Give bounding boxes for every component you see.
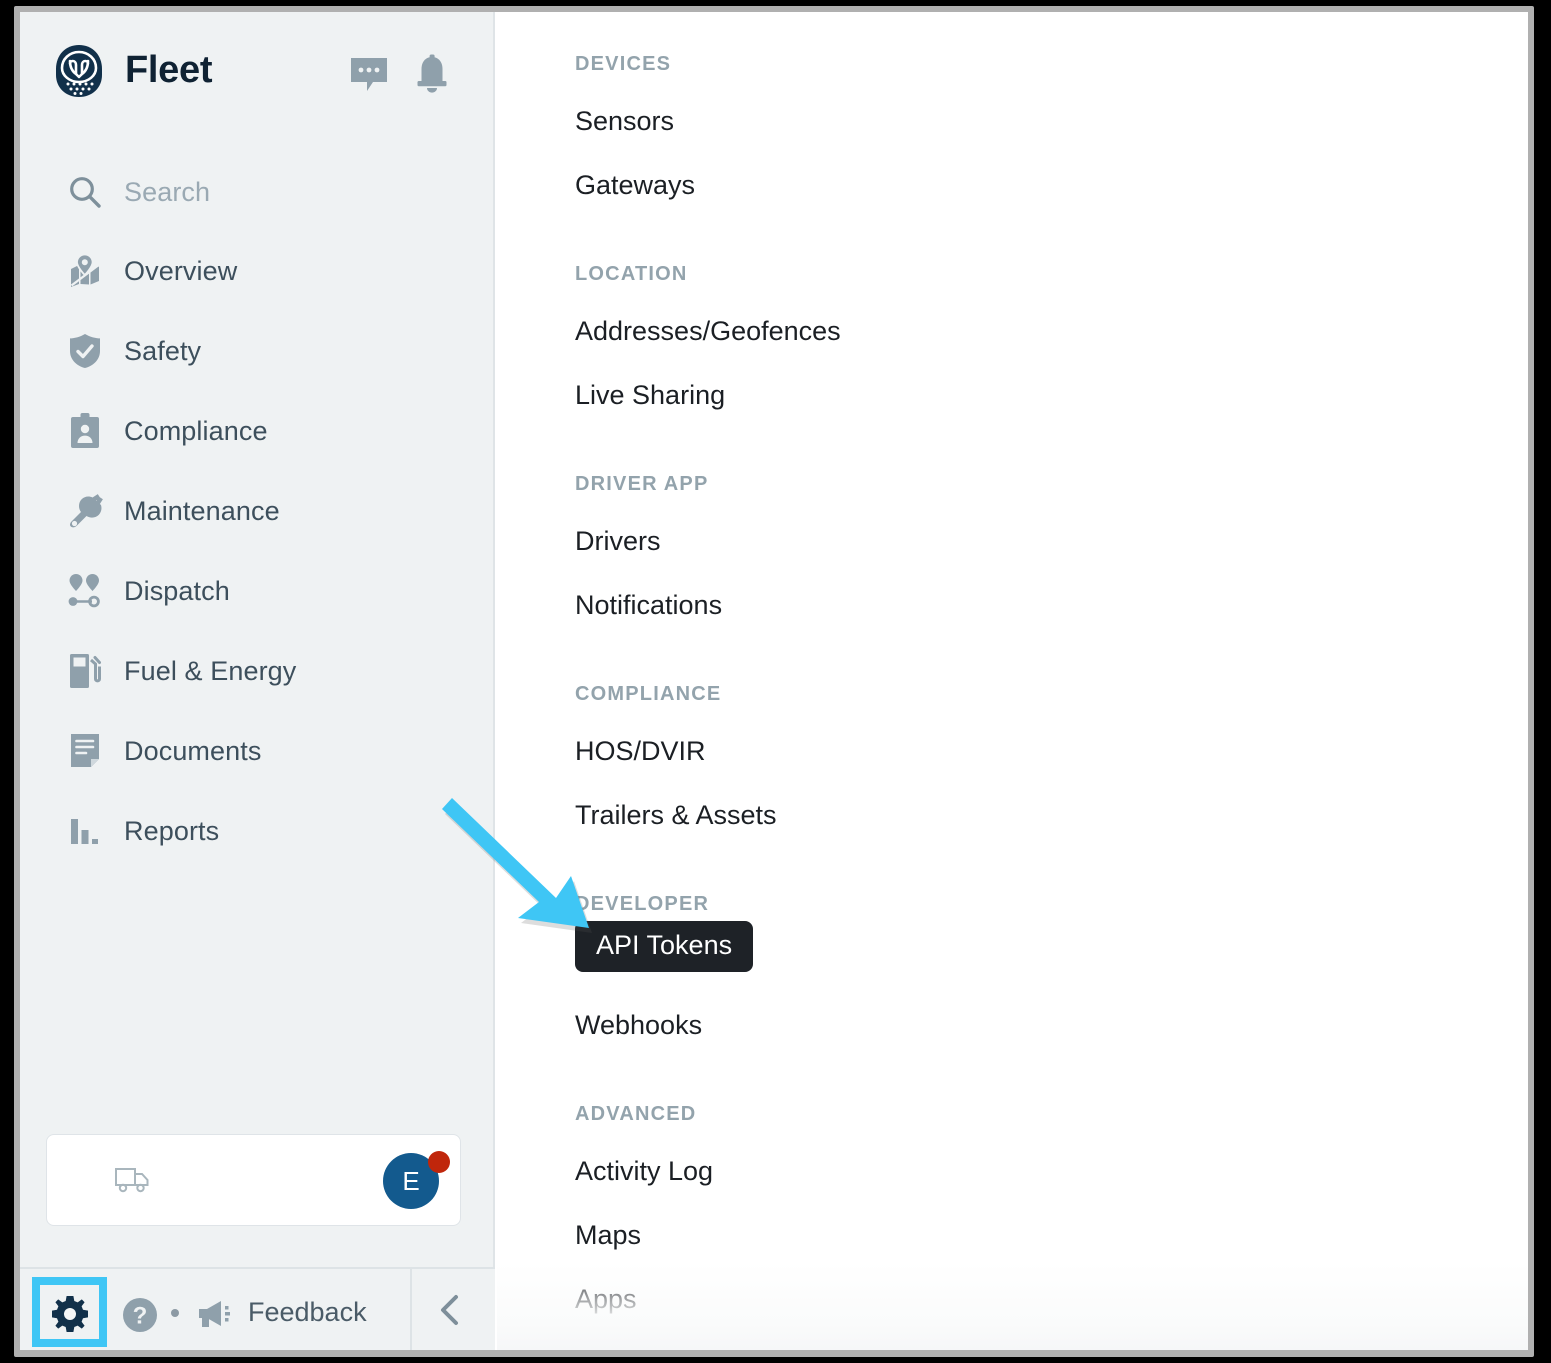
sidebar-item-compliance[interactable]: Compliance	[20, 403, 495, 459]
search-input[interactable]: Search	[20, 164, 495, 220]
sidebar-item-maintenance[interactable]: Maintenance	[20, 483, 495, 539]
bell-icon[interactable]	[415, 54, 449, 94]
section-heading-devices: DEVICES	[575, 53, 671, 76]
menu-item-activity-log[interactable]: Activity Log	[575, 1156, 713, 1187]
sidebar-item-label: Compliance	[124, 416, 268, 447]
truck-icon	[115, 1166, 151, 1194]
sidebar-item-label: Overview	[124, 256, 237, 287]
sidebar-bottom-bar: ? Feedback	[20, 1267, 495, 1350]
megaphone-icon[interactable]	[197, 1299, 235, 1329]
menu-item-trailers-assets[interactable]: Trailers & Assets	[575, 800, 777, 831]
sidebar-item-label: Safety	[124, 336, 201, 367]
panel-bottom-fade	[497, 1262, 1528, 1350]
menu-item-drivers[interactable]: Drivers	[575, 526, 661, 557]
collapse-sidebar-button[interactable]	[410, 1269, 495, 1350]
section-heading-location: LOCATION	[575, 263, 688, 286]
vehicle-selector-card[interactable]: E	[46, 1134, 461, 1226]
sidebar-item-documents[interactable]: Documents	[20, 723, 495, 779]
question-mark-circle-icon[interactable]: ?	[122, 1297, 158, 1333]
section-heading-developer: DEVELOPER	[575, 893, 709, 916]
sidebar: Fleet	[20, 12, 495, 1350]
search-placeholder: Search	[124, 177, 210, 208]
screen-background: Fleet	[0, 0, 1551, 1363]
wrench-icon	[66, 492, 104, 530]
route-pins-icon	[66, 572, 104, 610]
section-heading-advanced: ADVANCED	[575, 1103, 696, 1126]
avatar-alert-badge	[428, 1151, 450, 1173]
section-heading-driver-app: DRIVER APP	[575, 473, 709, 496]
brand-title: Fleet	[125, 49, 212, 92]
feedback-label[interactable]: Feedback	[248, 1297, 367, 1328]
map-pin-icon	[66, 252, 104, 290]
chevron-left-icon	[436, 1294, 464, 1326]
sidebar-item-label: Fuel & Energy	[124, 656, 296, 687]
sidebar-item-dispatch[interactable]: Dispatch	[20, 563, 495, 619]
sidebar-item-overview[interactable]: Overview	[20, 243, 495, 299]
menu-item-notifications[interactable]: Notifications	[575, 590, 722, 621]
settings-menu-panel: DEVICES Sensors Gateways LOCATION Addres…	[497, 12, 1528, 1350]
sidebar-item-fuel-energy[interactable]: Fuel & Energy	[20, 643, 495, 699]
owl-logo-icon	[52, 44, 106, 98]
gear-icon[interactable]	[52, 1296, 88, 1332]
sidebar-item-label: Documents	[124, 736, 261, 767]
document-icon	[66, 732, 104, 770]
menu-item-live-sharing[interactable]: Live Sharing	[575, 380, 725, 411]
sidebar-item-safety[interactable]: Safety	[20, 323, 495, 379]
menu-item-api-tokens[interactable]: API Tokens	[575, 921, 753, 972]
svg-text:?: ?	[133, 1303, 148, 1330]
menu-item-hos-dvir[interactable]: HOS/DVIR	[575, 736, 706, 767]
sidebar-item-label: Dispatch	[124, 576, 230, 607]
menu-item-webhooks[interactable]: Webhooks	[575, 1010, 702, 1041]
dot-separator	[171, 1309, 179, 1317]
menu-item-gateways[interactable]: Gateways	[575, 170, 695, 201]
brand-row: Fleet	[20, 34, 495, 104]
shield-check-icon	[66, 332, 104, 370]
menu-item-apps[interactable]: Apps	[575, 1284, 637, 1315]
menu-item-maps[interactable]: Maps	[575, 1220, 641, 1251]
fuel-pump-icon	[66, 652, 104, 690]
sidebar-item-label: Reports	[124, 816, 219, 847]
menu-item-sensors[interactable]: Sensors	[575, 106, 674, 137]
bar-chart-icon	[66, 812, 104, 850]
sidebar-item-label: Maintenance	[124, 496, 280, 527]
app-window: Fleet	[20, 12, 1528, 1350]
id-badge-icon	[66, 412, 104, 450]
search-icon	[66, 173, 104, 211]
chat-bubble-icon[interactable]	[349, 56, 389, 94]
menu-item-addresses-geofences[interactable]: Addresses/Geofences	[575, 316, 841, 347]
sidebar-item-reports[interactable]: Reports	[20, 803, 495, 859]
section-heading-compliance: COMPLIANCE	[575, 683, 721, 706]
